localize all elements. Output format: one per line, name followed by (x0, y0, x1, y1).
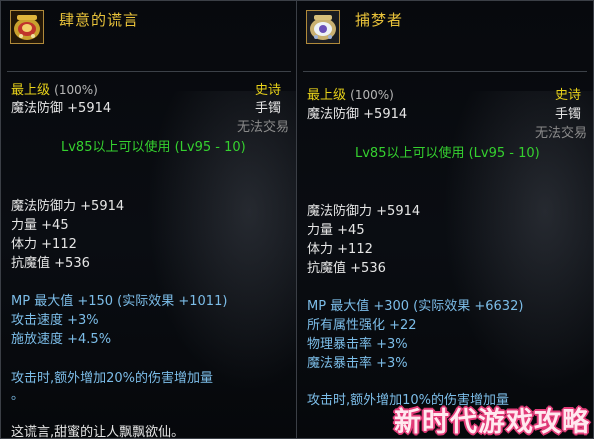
item-tooltip-left: 肆意的谎言 最上级 (100%) 史诗 魔法防御 +5914 手镯 无法交易 L… (0, 0, 298, 439)
stat-value: +5914 (376, 204, 421, 219)
bonus-stat: 施放速度 +4.5% (11, 332, 112, 347)
stat-value: +536 (350, 261, 386, 276)
stat-row: 体力 +112 (307, 238, 373, 257)
level-requirement: Lv85以上可以使用 (Lv95 - 10) (355, 146, 540, 161)
stat-name: 魔法防御 (307, 107, 360, 122)
item-title: 肆意的谎言 (59, 11, 140, 29)
stat-name: 体力 (307, 242, 334, 257)
site-watermark: 新时代游戏攻略 (394, 407, 590, 438)
bracelet-icon (307, 11, 339, 43)
stat-row: 魔法防御力 +5914 (11, 195, 124, 214)
stat-name: 抗魔值 (307, 261, 347, 276)
item-title: 捕梦者 (355, 11, 404, 29)
grade-label: 最上级 (11, 83, 51, 98)
stat-value: +5914 (363, 107, 408, 122)
item-tooltip-right: 捕梦者 最上级 (100%) 史诗 魔法防御 +5914 手镯 无法交易 Lv8… (296, 0, 594, 439)
tooltip-header: 肆意的谎言 (1, 1, 297, 73)
stat-name: 抗魔值 (11, 256, 51, 271)
stat-row: 力量 +45 (307, 219, 365, 238)
grade-percent: (100%) (350, 88, 394, 102)
trade-restriction: 无法交易 (236, 120, 289, 135)
flavor-text: 这谎言,甜蜜的让人飘飘欲仙。 (11, 425, 185, 439)
tooltip-header: 捕梦者 (297, 1, 593, 73)
bonus-stat: 攻击速度 +3% (11, 313, 99, 328)
stat-name: 魔法防御力 (11, 199, 77, 214)
stat-row: 抗魔值 +536 (307, 257, 386, 276)
grade-row: 最上级 (100%) (11, 79, 98, 98)
stat-value: +112 (337, 242, 373, 257)
slot-label: 手镯 (254, 101, 281, 116)
bonus-stat: 物理暴击率 +3% (307, 337, 408, 352)
grade-row: 最上级 (100%) (307, 84, 394, 103)
stat-value: +45 (41, 218, 69, 233)
stat-row: 魔法防御 +5914 (11, 97, 111, 116)
stat-row: 魔法防御 +5914 (307, 103, 407, 122)
stat-name: 力量 (11, 218, 38, 233)
stat-value: +5914 (80, 199, 125, 214)
slot-label: 手镯 (554, 107, 581, 122)
stat-row: 魔法防御力 +5914 (307, 200, 420, 219)
stat-name: 魔法防御力 (307, 204, 373, 219)
rarity-label: 史诗 (254, 83, 281, 98)
bracelet-icon (11, 11, 43, 43)
bonus-stat: 所有属性强化 +22 (307, 318, 417, 333)
item-icon (306, 10, 340, 44)
stat-value: +45 (337, 223, 365, 238)
trade-restriction: 无法交易 (534, 126, 587, 141)
bonus-stat: MP 最大值 +150 (实际效果 +1011) (11, 294, 228, 309)
bonus-stat: MP 最大值 +300 (实际效果 +6632) (307, 299, 524, 314)
stat-value: +112 (41, 237, 77, 252)
stat-value: +5914 (67, 101, 112, 116)
stat-row: 体力 +112 (11, 233, 77, 252)
stat-row: 力量 +45 (11, 214, 69, 233)
stat-row: 抗魔值 +536 (11, 252, 90, 271)
effect-text: 攻击时,额外增加20%的伤害增加量 (11, 371, 214, 386)
stat-value: +536 (54, 256, 90, 271)
divider (303, 71, 587, 72)
bonus-stat: 魔法暴击率 +3% (307, 356, 408, 371)
level-requirement: Lv85以上可以使用 (Lv95 - 10) (61, 140, 246, 155)
stat-name: 体力 (11, 237, 38, 252)
divider (7, 71, 291, 72)
grade-label: 最上级 (307, 88, 347, 103)
stat-name: 魔法防御 (11, 101, 64, 116)
grade-percent: (100%) (54, 83, 98, 97)
stat-name: 力量 (307, 223, 334, 238)
item-icon (10, 10, 44, 44)
effect-text-end: 。 (11, 388, 25, 403)
rarity-label: 史诗 (554, 88, 581, 103)
